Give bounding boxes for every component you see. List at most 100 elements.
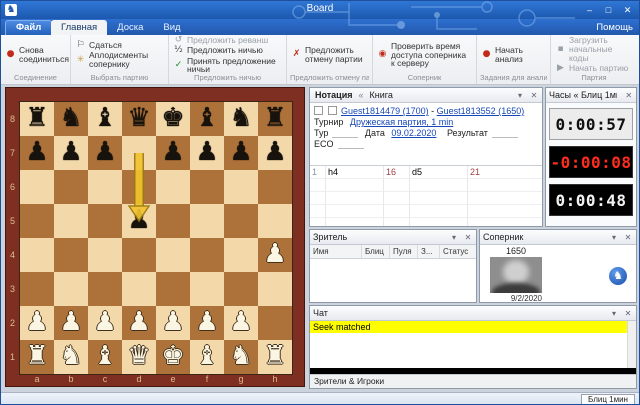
- square-h7[interactable]: ♟: [258, 136, 292, 170]
- black-move[interactable]: d5: [410, 166, 468, 179]
- square-a7[interactable]: ♟: [20, 136, 54, 170]
- white-move[interactable]: h4: [326, 166, 384, 179]
- square-h3[interactable]: [258, 272, 292, 306]
- move-list[interactable]: 1 h4 16 d5 21: [310, 165, 542, 226]
- abort-game-button[interactable]: ✗ Предложить отмену партии: [290, 46, 369, 64]
- white-player-checkbox[interactable]: [314, 106, 323, 115]
- square-e3[interactable]: [156, 272, 190, 306]
- square-e8[interactable]: ♚: [156, 102, 190, 136]
- chat-messages[interactable]: Seek matched: [310, 321, 636, 368]
- square-d6[interactable]: [122, 170, 156, 204]
- square-g7[interactable]: ♟: [224, 136, 258, 170]
- offer-rematch-button[interactable]: ↺ Предложить реванш: [172, 36, 283, 45]
- square-h4[interactable]: ♟: [258, 238, 292, 272]
- square-g1[interactable]: ♞: [224, 340, 258, 374]
- tab-view[interactable]: Вид: [153, 20, 190, 35]
- square-g8[interactable]: ♞: [224, 102, 258, 136]
- square-c7[interactable]: ♟: [88, 136, 122, 170]
- opponent-collapse-icon[interactable]: ▾: [609, 233, 619, 242]
- square-b1[interactable]: ♞: [54, 340, 88, 374]
- square-a4[interactable]: [20, 238, 54, 272]
- square-e6[interactable]: [156, 170, 190, 204]
- square-a8[interactable]: ♜: [20, 102, 54, 136]
- column-title[interactable]: З...: [418, 245, 440, 258]
- notation-collapse-icon[interactable]: ▾: [515, 91, 525, 100]
- chat-scrollbar[interactable]: [627, 321, 636, 368]
- square-f1[interactable]: ♝: [190, 340, 224, 374]
- square-h6[interactable]: [258, 170, 292, 204]
- round-field[interactable]: [332, 128, 358, 138]
- square-g5[interactable]: [224, 204, 258, 238]
- square-c5[interactable]: [88, 204, 122, 238]
- spectators-list[interactable]: [310, 259, 476, 302]
- tab-book[interactable]: Книга: [368, 90, 395, 100]
- spectators-close-icon[interactable]: ✕: [463, 233, 473, 242]
- result-field[interactable]: [492, 128, 518, 138]
- square-d7[interactable]: [122, 136, 156, 170]
- eco-field[interactable]: [338, 139, 364, 149]
- tournament-link[interactable]: Дружеская партия, 1 min: [350, 117, 453, 127]
- square-d8[interactable]: ♛: [122, 102, 156, 136]
- square-h8[interactable]: ♜: [258, 102, 292, 136]
- spectators-collapse-icon[interactable]: ▾: [449, 233, 459, 242]
- square-f6[interactable]: [190, 170, 224, 204]
- square-c1[interactable]: ♝: [88, 340, 122, 374]
- square-b5[interactable]: [54, 204, 88, 238]
- square-e5[interactable]: [156, 204, 190, 238]
- reconnect-button[interactable]: ● Снова соединиться: [4, 46, 67, 64]
- square-h5[interactable]: [258, 204, 292, 238]
- chat-close-icon[interactable]: ✕: [623, 309, 633, 318]
- column-blitz[interactable]: Блиц: [362, 245, 390, 258]
- chat-channel-tab[interactable]: Зрители & Игроки: [310, 374, 636, 388]
- square-c2[interactable]: ♟: [88, 306, 122, 340]
- square-b8[interactable]: ♞: [54, 102, 88, 136]
- tab-home[interactable]: Главная: [51, 20, 107, 35]
- close-button[interactable]: ✕: [618, 1, 637, 19]
- opponent-close-icon[interactable]: ✕: [623, 233, 633, 242]
- tab-file[interactable]: Файл: [5, 20, 52, 35]
- square-c3[interactable]: [88, 272, 122, 306]
- square-d2[interactable]: ♟: [122, 306, 156, 340]
- square-f5[interactable]: [190, 204, 224, 238]
- chat-collapse-icon[interactable]: ▾: [609, 309, 619, 318]
- square-a6[interactable]: [20, 170, 54, 204]
- accept-draw-button[interactable]: ✓ Принять предложение ничьи: [172, 57, 283, 75]
- clocks-close-icon[interactable]: ✕: [625, 91, 634, 100]
- offer-draw-button[interactable]: ½ Предложить ничью: [172, 46, 283, 55]
- square-f2[interactable]: ♟: [190, 306, 224, 340]
- square-b7[interactable]: ♟: [54, 136, 88, 170]
- applaud-button[interactable]: ✳ Аплодисменты сопернику: [74, 51, 165, 69]
- notation-close-icon[interactable]: ✕: [529, 91, 539, 100]
- black-player-checkbox[interactable]: [328, 106, 337, 115]
- square-h2[interactable]: [258, 306, 292, 340]
- square-f8[interactable]: ♝: [190, 102, 224, 136]
- square-a5[interactable]: [20, 204, 54, 238]
- black-player-link[interactable]: Guest1813552 (1650): [437, 106, 525, 116]
- square-d5[interactable]: ♟: [122, 204, 156, 238]
- square-g3[interactable]: [224, 272, 258, 306]
- square-d4[interactable]: [122, 238, 156, 272]
- square-b4[interactable]: [54, 238, 88, 272]
- white-player-link[interactable]: Guest1814479 (1700): [341, 106, 429, 116]
- square-f3[interactable]: [190, 272, 224, 306]
- square-a3[interactable]: [20, 272, 54, 306]
- minimize-button[interactable]: –: [580, 1, 599, 19]
- square-e4[interactable]: [156, 238, 190, 272]
- column-bullet[interactable]: Пуля: [390, 245, 418, 258]
- square-d3[interactable]: [122, 272, 156, 306]
- square-f4[interactable]: [190, 238, 224, 272]
- square-e1[interactable]: ♚: [156, 340, 190, 374]
- tab-help[interactable]: Помощь: [596, 20, 633, 35]
- maximize-button[interactable]: □: [599, 1, 618, 19]
- resign-button[interactable]: ⚐ Сдаться: [74, 41, 165, 50]
- square-h1[interactable]: ♜: [258, 340, 292, 374]
- square-g4[interactable]: [224, 238, 258, 272]
- tab-board[interactable]: Доска: [107, 20, 153, 35]
- square-d1[interactable]: ♛: [122, 340, 156, 374]
- square-a1[interactable]: ♜: [20, 340, 54, 374]
- square-b3[interactable]: [54, 272, 88, 306]
- square-a2[interactable]: ♟: [20, 306, 54, 340]
- check-opponent-time-button[interactable]: ◉ Проверить время доступа соперника к се…: [376, 42, 473, 69]
- square-f7[interactable]: ♟: [190, 136, 224, 170]
- start-analysis-button[interactable]: ● Начать анализ: [480, 46, 547, 64]
